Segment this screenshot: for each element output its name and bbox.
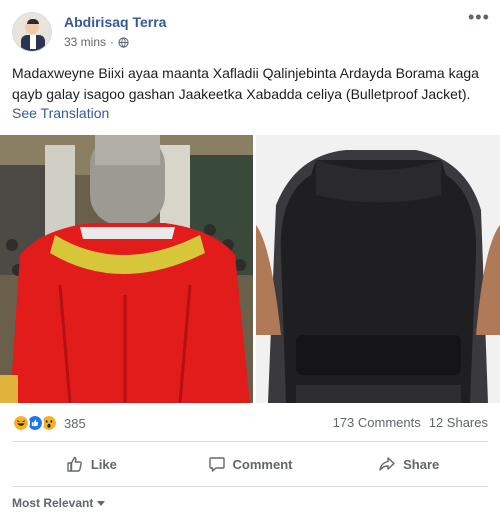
author-name[interactable]: Abdirisaq Terra xyxy=(64,14,166,30)
facebook-post: Abdirisaq Terra 33 mins · ••• Madaxweyne… xyxy=(0,0,500,518)
more-options-icon[interactable]: ••• xyxy=(468,8,489,28)
post-header: Abdirisaq Terra 33 mins · ••• xyxy=(12,8,489,52)
comments-count[interactable]: 173 Comments xyxy=(333,415,421,430)
shares-count[interactable]: 12 Shares xyxy=(429,415,488,430)
like-button[interactable]: Like xyxy=(12,446,171,482)
reaction-count[interactable]: 385 xyxy=(64,416,86,431)
comment-label: Comment xyxy=(232,456,293,472)
post-actions: Like Comment Share xyxy=(12,446,488,482)
comments-sort-label: Most Relevant xyxy=(12,496,94,510)
avatar-hair xyxy=(27,19,39,24)
post-text: Madaxweyne Biixi ayaa maanta Xafladii Qa… xyxy=(12,65,479,102)
comment-icon xyxy=(208,457,225,472)
share-button[interactable]: Share xyxy=(329,446,488,482)
comment-button[interactable]: Comment xyxy=(171,446,330,482)
meta-separator: · xyxy=(110,35,115,49)
photo-bulletproof-vest[interactable] xyxy=(256,135,500,403)
divider-bottom xyxy=(12,486,488,487)
post-meta: 33 mins · xyxy=(64,35,129,49)
bulletproof-vest-image xyxy=(256,135,500,403)
photo-graduation-robe[interactable] xyxy=(0,135,253,403)
divider-top xyxy=(12,441,488,442)
post-time[interactable]: 33 mins xyxy=(64,35,106,49)
reactions-summary[interactable]: 385 xyxy=(12,414,86,432)
post-stats: 385 173 Comments 12 Shares xyxy=(12,414,488,434)
avatar[interactable] xyxy=(12,12,52,52)
share-icon xyxy=(379,457,395,471)
like-label: Like xyxy=(90,456,117,472)
comments-sort-dropdown[interactable]: Most Relevant xyxy=(12,496,106,510)
see-translation-link[interactable]: See Translation xyxy=(12,105,109,121)
chevron-down-icon xyxy=(97,501,106,506)
thumbs-up-icon xyxy=(67,456,82,472)
engagement-counts: 173 Comments 12 Shares xyxy=(333,415,488,430)
share-label: Share xyxy=(403,456,440,472)
graduation-robe-image xyxy=(0,135,253,403)
haha-icon xyxy=(12,414,30,432)
photo-grid xyxy=(0,135,500,403)
avatar-shirt xyxy=(30,35,36,49)
globe-icon[interactable] xyxy=(118,36,129,48)
